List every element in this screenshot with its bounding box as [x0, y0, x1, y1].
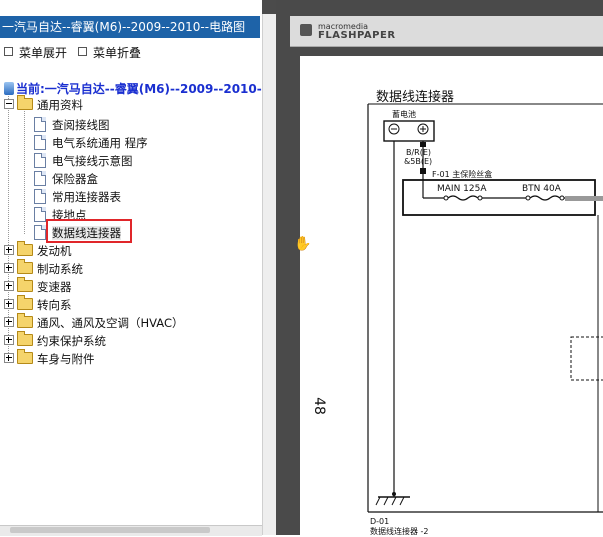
tree-item-label: 保险器盒 — [52, 172, 98, 186]
tree-folder-label: 约束保护系统 — [37, 334, 106, 348]
document-icon — [34, 189, 46, 204]
tree-item-label: 电气接线示意图 — [52, 154, 133, 168]
tree-folder-label: 变速器 — [37, 280, 72, 294]
collapse-icon — [78, 47, 87, 56]
tree-item[interactable]: 电气接线示意图 — [34, 152, 133, 170]
tree-folder-label: 车身与附件 — [37, 352, 95, 366]
document-icon — [34, 207, 46, 222]
vertical-scrollbar[interactable] — [262, 14, 277, 535]
window-title: 一汽马自达--睿翼(M6)--2009--2010--电路图 — [0, 16, 260, 38]
expand-icon — [4, 47, 13, 56]
tree-folder-label: 转向系 — [37, 298, 72, 312]
folder-open-icon — [17, 95, 33, 110]
tree-item[interactable]: 保险器盒 — [34, 170, 98, 188]
flashpaper-logo-icon — [300, 24, 312, 36]
horizontal-scrollbar-thumb[interactable] — [10, 527, 210, 533]
tree-item-label: 电气系统通用 程序 — [52, 136, 148, 150]
current-location-label: 当前:一汽马自达--睿翼(M6)--2009--2010--电路 — [16, 82, 280, 96]
tree-folder[interactable]: 约束保护系统 — [4, 331, 106, 350]
menu-expand-button[interactable]: 菜单展开 — [4, 44, 67, 61]
tree-item-label: 常用连接器表 — [52, 190, 121, 204]
current-location: 当前:一汽马自达--睿翼(M6)--2009--2010--电路 — [4, 80, 280, 97]
document-icon — [34, 225, 46, 240]
expand-toggle-icon[interactable] — [4, 317, 14, 327]
tree-folder[interactable]: 制动系统 — [4, 259, 83, 278]
tree-folder[interactable]: 变速器 — [4, 277, 72, 296]
document-page[interactable] — [300, 56, 603, 535]
tree-item[interactable]: 电气系统通用 程序 — [34, 134, 148, 152]
tree-folder[interactable]: 发动机 — [4, 241, 72, 260]
computer-icon — [4, 82, 14, 95]
folder-icon — [17, 313, 33, 328]
navigation-panel: 一汽马自达--睿翼(M6)--2009--2010--电路图 菜单展开 菜单折叠… — [0, 0, 280, 536]
folder-icon — [17, 331, 33, 346]
tree-item[interactable]: 常用连接器表 — [34, 188, 121, 206]
tree-folder-label: 通用资料 — [37, 98, 83, 112]
tree-connector — [24, 106, 25, 234]
expand-toggle-icon[interactable] — [4, 281, 14, 291]
tree-folder-label: 发动机 — [37, 244, 72, 258]
document-icon — [34, 153, 46, 168]
tree-folder[interactable]: 车身与附件 — [4, 349, 95, 368]
tree-folder-label: 制动系统 — [37, 262, 83, 276]
footer-text: 数据线连接器 -2 — [370, 527, 429, 536]
folder-icon — [17, 295, 33, 310]
tree-folder-label: 通风、通风及空调（HVAC） — [37, 316, 184, 330]
wire-label-2: &5B(E) — [404, 157, 433, 166]
expand-toggle-icon[interactable] — [4, 335, 14, 345]
brand-large: FLASHPAPER — [318, 30, 396, 41]
tree-folder[interactable]: 转向系 — [4, 295, 72, 314]
page-number: 48 — [310, 397, 327, 415]
hand-cursor-icon: ✋ — [294, 236, 312, 252]
folder-icon — [17, 277, 33, 292]
tree-item-label: 查阅接线图 — [52, 118, 110, 132]
folder-icon — [17, 259, 33, 274]
fuse-box-label: F-01 主保险丝盒 — [432, 170, 493, 179]
document-title: 数据线连接器 — [376, 90, 455, 105]
footer-code: D-01 — [370, 517, 390, 526]
document-icon — [34, 117, 46, 132]
menu-collapse-button[interactable]: 菜单折叠 — [78, 44, 141, 61]
expand-toggle-icon[interactable] — [4, 353, 14, 363]
tree-folder-general[interactable]: 通用资料 — [4, 95, 83, 114]
expand-toggle-icon[interactable] — [4, 245, 14, 255]
fuse-2-label: BTN 40A — [522, 184, 561, 194]
fuse-1-label: MAIN 125A — [437, 184, 487, 194]
expand-toggle-icon[interactable] — [4, 263, 14, 273]
menu-expand-label: 菜单展开 — [19, 46, 68, 60]
folder-icon — [17, 241, 33, 256]
document-icon — [34, 171, 46, 186]
menu-collapse-label: 菜单折叠 — [93, 46, 142, 60]
expand-toggle-icon[interactable] — [4, 299, 14, 309]
battery-label: 蓄电池 — [392, 110, 416, 119]
document-icon — [34, 135, 46, 150]
folder-icon — [17, 349, 33, 364]
wire-label-1: B/R(E) — [406, 148, 432, 157]
collapse-toggle-icon[interactable] — [4, 99, 14, 109]
tree-item[interactable]: 查阅接线图 — [34, 116, 110, 134]
highlight-box — [46, 219, 132, 243]
tree-folder[interactable]: 通风、通风及空调（HVAC） — [4, 313, 184, 332]
